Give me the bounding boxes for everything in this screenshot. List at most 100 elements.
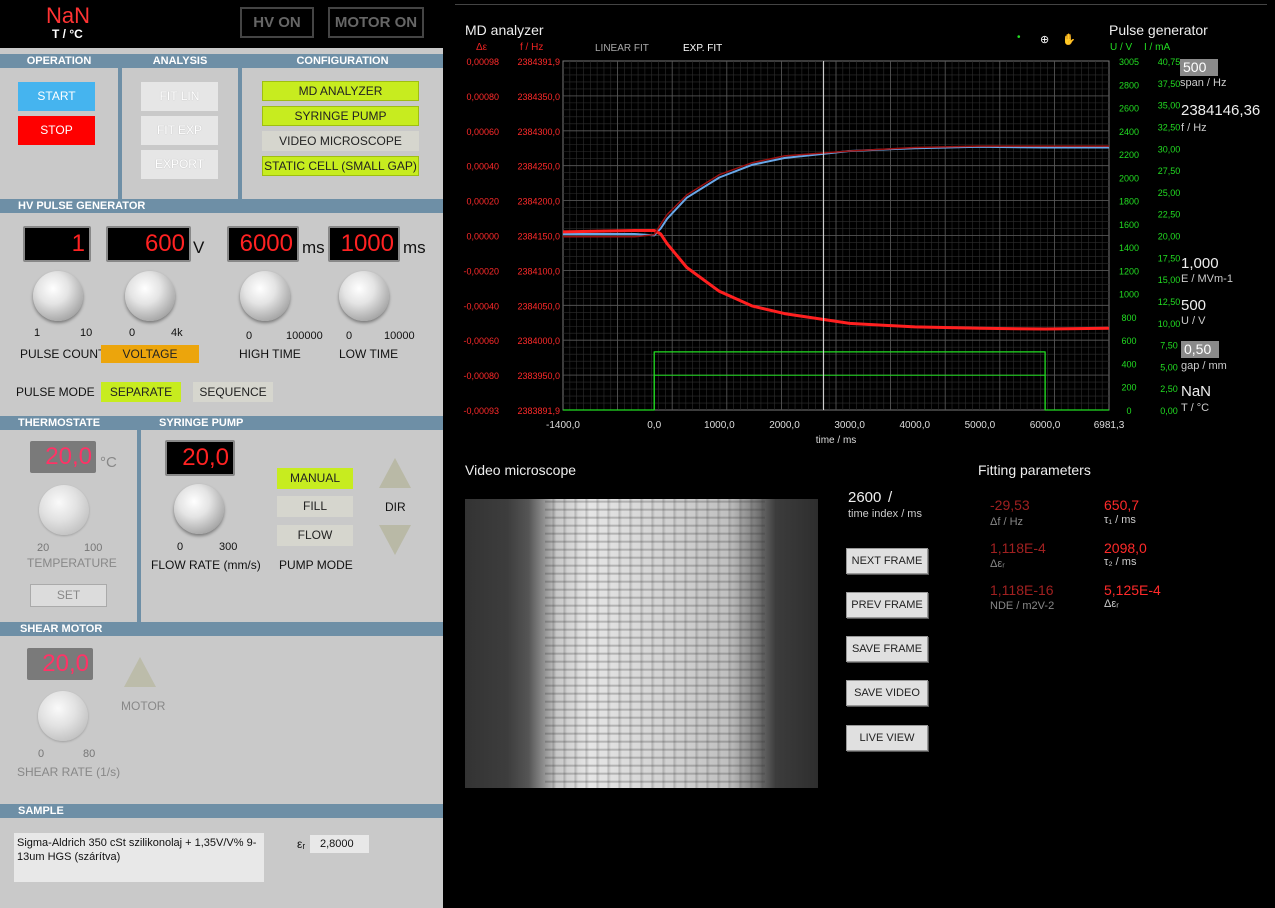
motor-up-arrow-icon[interactable]: [124, 657, 156, 687]
linear-fit-toggle[interactable]: LINEAR FIT: [595, 43, 649, 54]
current-tick-label: 2,50: [1160, 384, 1178, 394]
pulse-mode-sequence[interactable]: SEQUENCE: [193, 382, 273, 402]
pump-mode-flow[interactable]: FLOW: [277, 525, 353, 546]
temperature-display[interactable]: 20,0: [30, 441, 96, 473]
shear-motor-header: SHEAR MOTOR: [0, 622, 443, 636]
pump-mode-manual[interactable]: MANUAL: [277, 468, 353, 489]
fit-exp-button[interactable]: FIT EXP: [141, 116, 218, 145]
frequency-axis-label: f / Hz: [520, 42, 544, 53]
x-tick-label: 1000,0: [704, 420, 735, 431]
fit-tau2-unit: τ₂ / ms: [1104, 556, 1137, 568]
pulse-mode-separate[interactable]: SEPARATE: [101, 382, 181, 402]
x-tick-label: 0,0: [647, 420, 661, 431]
config-syringe-pump[interactable]: SYRINGE PUMP: [262, 106, 419, 126]
high-time-unit: ms: [302, 238, 325, 257]
frequency-tick-label: 2383891,9: [517, 406, 560, 416]
current-tick-label: 35,00: [1158, 101, 1181, 111]
gap-field[interactable]: 0,50: [1181, 341, 1219, 358]
high-time-label: HIGH TIME: [239, 347, 301, 361]
voltage-label-button[interactable]: VOLTAGE: [101, 345, 199, 363]
flow-rate-min: 0: [177, 541, 184, 553]
shear-rate-knob[interactable]: [38, 691, 88, 741]
shear-rate-display[interactable]: 20,0: [27, 648, 93, 680]
nan-temperature-value: NaN: [46, 3, 91, 28]
md-analyzer-chart[interactable]: -1400,0 0,0 1000,0 2000,0 3000,0 4000,0 5000,0…: [455, 55, 1185, 450]
frequency-unit: f / Hz: [1181, 122, 1207, 134]
dir-up-arrow-icon[interactable]: [379, 458, 411, 488]
high-time-knob[interactable]: [240, 271, 290, 321]
flow-rate-knob[interactable]: [174, 484, 224, 534]
dir-label: DIR: [385, 500, 406, 514]
stop-button[interactable]: STOP: [18, 116, 95, 145]
pump-mode-fill[interactable]: FILL: [277, 496, 353, 517]
high-time-display[interactable]: 6000: [227, 226, 299, 262]
voltage-tick-label: 800: [1121, 313, 1136, 323]
cursor-tool-icon[interactable]: •: [1017, 32, 1021, 43]
config-static-cell[interactable]: STATIC CELL (SMALL GAP): [262, 156, 419, 176]
frequency-tick-label: 2384300,0: [517, 127, 560, 137]
temperature-readout: NaN: [1181, 383, 1212, 400]
delta-eps-tick-label: -0,00020: [463, 266, 499, 276]
voltage-display[interactable]: 600: [106, 226, 191, 262]
hv-pulse-header: HV PULSE GENERATOR: [0, 199, 443, 213]
current-tick-label: 30,00: [1158, 144, 1181, 154]
time-index-slash: /: [888, 489, 893, 506]
span-field[interactable]: 500: [1180, 59, 1218, 76]
fit-lin-button[interactable]: FIT LIN: [141, 82, 218, 111]
current-tick-label: 25,00: [1158, 188, 1181, 198]
config-video-microscope[interactable]: VIDEO MICROSCOPE: [262, 131, 419, 151]
prev-frame-button[interactable]: PREV FRAME: [846, 592, 928, 618]
permittivity-label: εᵣ: [297, 837, 306, 851]
start-button[interactable]: START: [18, 82, 95, 111]
pulse-count-knob[interactable]: [33, 271, 83, 321]
frequency-tick-label: 2384100,0: [517, 266, 560, 276]
fit-delta-f-unit: Δf / Hz: [990, 516, 1024, 528]
flow-rate-display[interactable]: 20,0: [165, 440, 235, 476]
voltage-tick-label: 2600: [1119, 104, 1139, 114]
pulse-count-display[interactable]: 1: [23, 226, 91, 262]
motor-on-indicator[interactable]: MOTOR ON: [328, 7, 424, 38]
flow-rate-label: FLOW RATE (mm/s): [151, 558, 261, 572]
top-bar: NaN T / °C HV ON MOTOR ON: [0, 0, 443, 48]
zoom-tool-icon[interactable]: ⊕: [1040, 33, 1049, 46]
fit-nde-value: 1,118E-16: [990, 582, 1054, 598]
next-frame-button[interactable]: NEXT FRAME: [846, 548, 928, 574]
temperature-knob[interactable]: [39, 485, 89, 535]
hv-on-indicator[interactable]: HV ON: [240, 7, 314, 38]
voltage-tick-label: 600: [1121, 336, 1136, 346]
temperature-readout-unit: T / °C: [1181, 402, 1210, 414]
dir-down-arrow-icon[interactable]: [379, 525, 411, 555]
low-time-display[interactable]: 1000: [328, 226, 400, 262]
voltage-tick-label: 200: [1121, 383, 1136, 393]
sample-description-field[interactable]: Sigma-Aldrich 350 cSt szilikonolaj + 1,3…: [14, 833, 264, 882]
field-strength-unit: E / MVm-1: [1181, 273, 1233, 285]
voltage-tick-label: 1400: [1119, 243, 1139, 253]
temperature-max: 100: [84, 542, 103, 554]
set-temperature-button[interactable]: SET: [30, 584, 107, 607]
control-panel: NaN T / °C HV ON MOTOR ON OPERATION ANAL…: [0, 0, 443, 908]
temperature-min: 20: [37, 542, 50, 554]
frequency-tick-label: 2384050,0: [517, 301, 560, 311]
voltage-min: 0: [129, 327, 136, 339]
voltage-tick-label: 400: [1121, 359, 1136, 369]
current-tick-label: 32,50: [1158, 122, 1181, 132]
thermostate-header: THERMOSTATE: [0, 416, 137, 430]
current-tick-label: 17,50: [1158, 253, 1181, 263]
exp-fit-toggle[interactable]: EXP. FIT: [683, 43, 722, 54]
config-md-analyzer[interactable]: MD ANALYZER: [262, 81, 419, 101]
live-view-button[interactable]: LIVE VIEW: [846, 725, 928, 751]
voltage-knob[interactable]: [125, 271, 175, 321]
export-button[interactable]: EXPORT: [141, 150, 218, 179]
save-frame-button[interactable]: SAVE FRAME: [846, 636, 928, 662]
video-microscope-title: Video microscope: [465, 462, 577, 478]
low-time-knob[interactable]: [339, 271, 389, 321]
permittivity-field[interactable]: 2,8000: [310, 835, 369, 853]
low-time-max: 10000: [384, 330, 415, 342]
delta-eps-tick-label: 0,00080: [466, 92, 499, 102]
current-axis-label: I / mA: [1144, 42, 1171, 53]
analysis-header: ANALYSIS: [122, 54, 238, 68]
pan-tool-icon[interactable]: ✋: [1062, 33, 1076, 46]
frequency-tick-label: 2384150,0: [517, 232, 560, 242]
save-video-button[interactable]: SAVE VIDEO: [846, 680, 928, 706]
frequency-tick-label: 2384391,9: [517, 57, 560, 67]
